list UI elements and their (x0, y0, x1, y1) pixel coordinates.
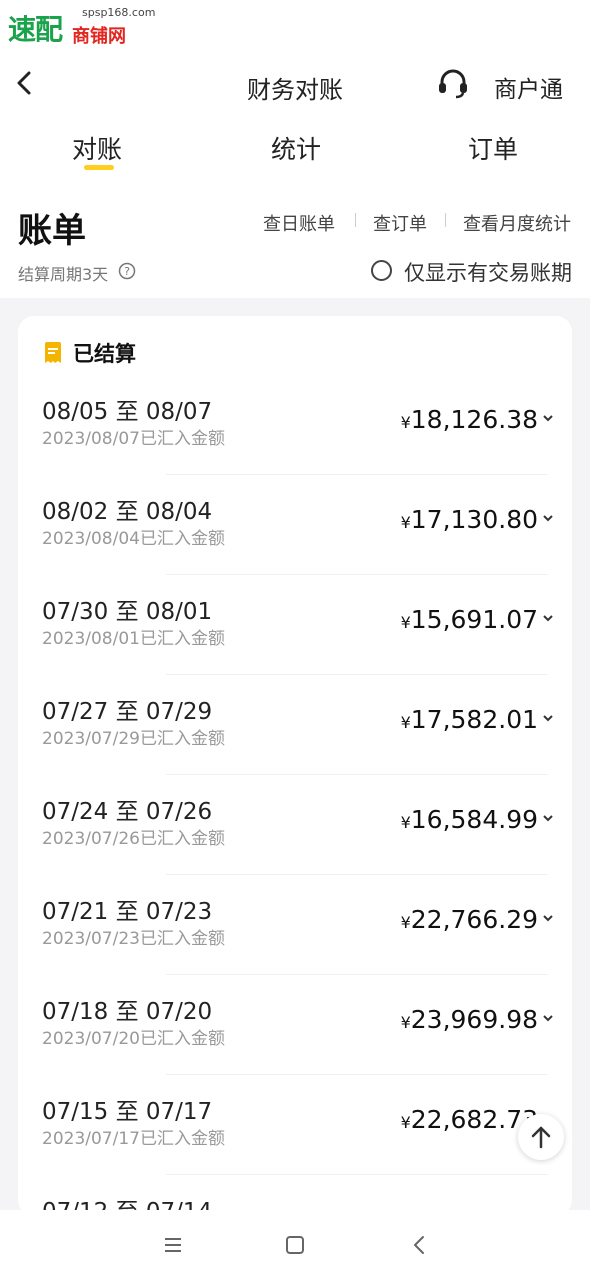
row-divider (166, 474, 548, 475)
menu-icon[interactable] (160, 1232, 186, 1258)
chevron-down-icon[interactable] (542, 612, 554, 624)
chevron-down-icon[interactable] (542, 412, 554, 424)
svg-text:?: ? (124, 265, 130, 278)
chevron-down-icon[interactable] (542, 512, 554, 524)
currency-symbol: ¥ (400, 713, 411, 732)
row-divider (166, 1074, 548, 1075)
currency-symbol: ¥ (400, 513, 411, 532)
bill-date: 2023/08/07已汇入金额 (42, 429, 225, 449)
bill-row[interactable]: 08/02 至 08/04 2023/08/04已汇入金额 ¥17,130.80 (18, 492, 572, 592)
bill-amount: ¥16,584.99 (401, 805, 538, 834)
bill-range: 07/15 至 07/17 (42, 1099, 213, 1125)
bill-amount: ¥22,766.29 (401, 905, 538, 934)
bill-range: 07/24 至 07/26 (42, 799, 213, 825)
divider (445, 213, 446, 227)
bill-range: 07/27 至 07/29 (42, 699, 213, 725)
amount-value: 17,582.01 (410, 705, 538, 734)
tab-orders[interactable]: 订单 (468, 130, 518, 166)
currency-symbol: ¥ (400, 913, 411, 932)
tab-reconcile[interactable]: 对账 (72, 130, 122, 166)
settlement-period: 结算周期3天 (18, 265, 109, 284)
chevron-down-icon[interactable] (542, 1012, 554, 1024)
tab-statistics[interactable]: 统计 (271, 130, 321, 166)
bill-row[interactable]: 07/18 至 07/20 2023/07/20已汇入金额 ¥23,969.98 (18, 992, 572, 1092)
watermark-main: 速配 (8, 13, 63, 46)
back-nav-icon[interactable] (406, 1232, 432, 1258)
bill-amount: ¥23,969.98 (401, 1005, 538, 1034)
bill-amount: ¥18,126.38 (401, 405, 538, 434)
order-lookup-link[interactable]: 查订单 (373, 210, 427, 236)
bill-range: 07/21 至 07/23 (42, 899, 213, 925)
row-divider (166, 1174, 548, 1175)
system-nav-bar (0, 1210, 590, 1280)
watermark-site: spsp168.com (82, 6, 156, 19)
bill-date: 2023/07/17已汇入金额 (42, 1129, 225, 1149)
currency-symbol: ¥ (400, 413, 411, 432)
bill-heading: 账单 (18, 211, 86, 251)
home-icon[interactable] (282, 1232, 308, 1258)
bill-date: 2023/08/04已汇入金额 (42, 529, 225, 549)
scroll-to-top-button[interactable] (518, 1114, 564, 1160)
arrow-up-icon (531, 1126, 551, 1149)
chevron-down-icon[interactable] (542, 712, 554, 724)
bill-amount: ¥15,691.07 (401, 605, 538, 634)
bill-row[interactable]: 07/30 至 08/01 2023/08/01已汇入金额 ¥15,691.07 (18, 592, 572, 692)
bill-list-card: 已结算 08/05 至 08/07 2023/08/07已汇入金额 ¥18,12… (18, 316, 572, 1216)
amount-value: 16,584.99 (410, 805, 538, 834)
headset-icon[interactable] (436, 66, 470, 100)
amount-value: 18,126.38 (410, 405, 538, 434)
bill-amount: ¥17,582.01 (401, 705, 538, 734)
row-divider (166, 574, 548, 575)
chevron-down-icon[interactable] (542, 812, 554, 824)
watermark-logo: 速配 spsp168.com 商铺网 (8, 6, 155, 47)
row-divider (166, 774, 548, 775)
bill-date: 2023/07/20已汇入金额 (42, 1029, 225, 1049)
bill-range: 08/02 至 08/04 (42, 499, 213, 525)
bill-row[interactable]: 07/27 至 07/29 2023/07/29已汇入金额 ¥17,582.01 (18, 692, 572, 792)
merchant-link[interactable]: 商户通 (494, 70, 563, 104)
bill-range: 07/30 至 08/01 (42, 599, 213, 625)
settled-section-label: 已结算 (73, 342, 136, 366)
receipt-icon (44, 342, 62, 364)
header-panel: 速配 spsp168.com 商铺网 财务对账 商户通 对账 统计 订单 账单 … (0, 0, 590, 298)
row-divider (166, 674, 548, 675)
monthly-stats-link[interactable]: 查看月度统计 (463, 210, 571, 236)
row-divider (166, 874, 548, 875)
bill-date: 2023/07/23已汇入金额 (42, 929, 225, 949)
bill-row[interactable]: 07/21 至 07/23 2023/07/23已汇入金额 ¥22,766.29 (18, 892, 572, 992)
daily-bill-link[interactable]: 查日账单 (263, 210, 335, 236)
currency-symbol: ¥ (400, 1113, 411, 1132)
amount-value: 15,691.07 (410, 605, 538, 634)
amount-value: 17,130.80 (410, 505, 538, 534)
watermark-shop: 商铺网 (72, 26, 126, 47)
active-tab-indicator (84, 165, 114, 170)
currency-symbol: ¥ (400, 813, 411, 832)
bill-row[interactable]: 07/24 至 07/26 2023/07/26已汇入金额 ¥16,584.99 (18, 792, 572, 892)
bill-date: 2023/08/01已汇入金额 (42, 629, 225, 649)
bill-date: 2023/07/26已汇入金额 (42, 829, 225, 849)
help-icon[interactable]: ? (118, 262, 136, 280)
divider (355, 213, 356, 227)
bill-range: 08/05 至 08/07 (42, 399, 213, 425)
bill-date: 2023/07/29已汇入金额 (42, 729, 225, 749)
filter-radio[interactable] (371, 260, 392, 281)
amount-value: 22,766.29 (410, 905, 538, 934)
currency-symbol: ¥ (400, 1013, 411, 1032)
amount-value: 23,969.98 (410, 1005, 538, 1034)
row-divider (166, 974, 548, 975)
bill-row[interactable]: 08/05 至 08/07 2023/08/07已汇入金额 ¥18,126.38 (18, 392, 572, 492)
filter-label[interactable]: 仅显示有交易账期 (404, 257, 572, 287)
bill-range: 07/18 至 07/20 (42, 999, 213, 1025)
bill-row[interactable]: 07/15 至 07/17 2023/07/17已汇入金额 ¥22,682.73 (18, 1092, 572, 1192)
chevron-down-icon[interactable] (542, 912, 554, 924)
bill-amount: ¥17,130.80 (401, 505, 538, 534)
currency-symbol: ¥ (400, 613, 411, 632)
